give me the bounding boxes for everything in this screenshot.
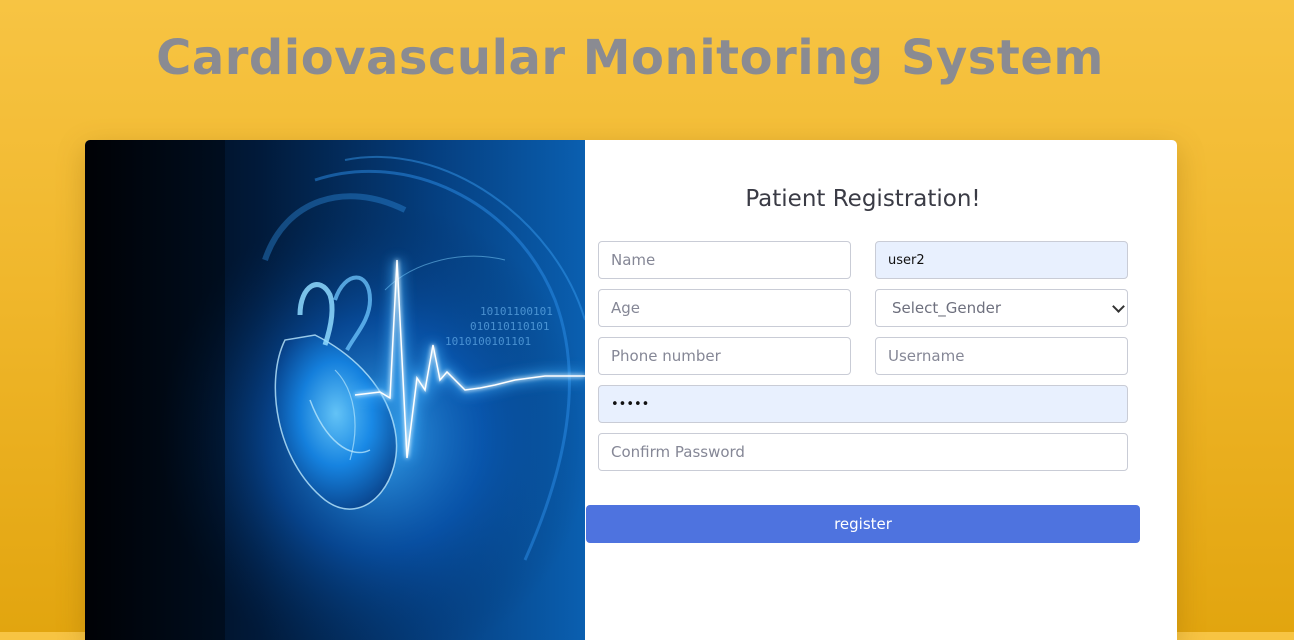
form-heading: Patient Registration! <box>745 186 981 212</box>
svg-text:10101100101: 10101100101 <box>480 305 553 318</box>
name-input[interactable] <box>598 241 851 279</box>
confirm-password-input[interactable] <box>598 433 1128 471</box>
password-input[interactable] <box>598 385 1128 423</box>
email-input[interactable] <box>875 241 1128 279</box>
age-input[interactable] <box>598 289 851 327</box>
phone-input[interactable] <box>598 337 851 375</box>
gender-select[interactable]: Select_Gender <box>875 289 1128 327</box>
svg-text:010110110101: 010110110101 <box>470 320 549 333</box>
page-title: Cardiovascular Monitoring System <box>156 30 1104 86</box>
registration-card: 10101100101 010110110101 1010100101101 P… <box>85 140 1177 640</box>
username-input[interactable] <box>875 337 1128 375</box>
registration-form: Patient Registration! Select_Gender regi… <box>585 140 1177 640</box>
hero-image: 10101100101 010110110101 1010100101101 <box>85 140 585 640</box>
register-button[interactable]: register <box>586 505 1140 543</box>
svg-text:1010100101101: 1010100101101 <box>445 335 531 348</box>
